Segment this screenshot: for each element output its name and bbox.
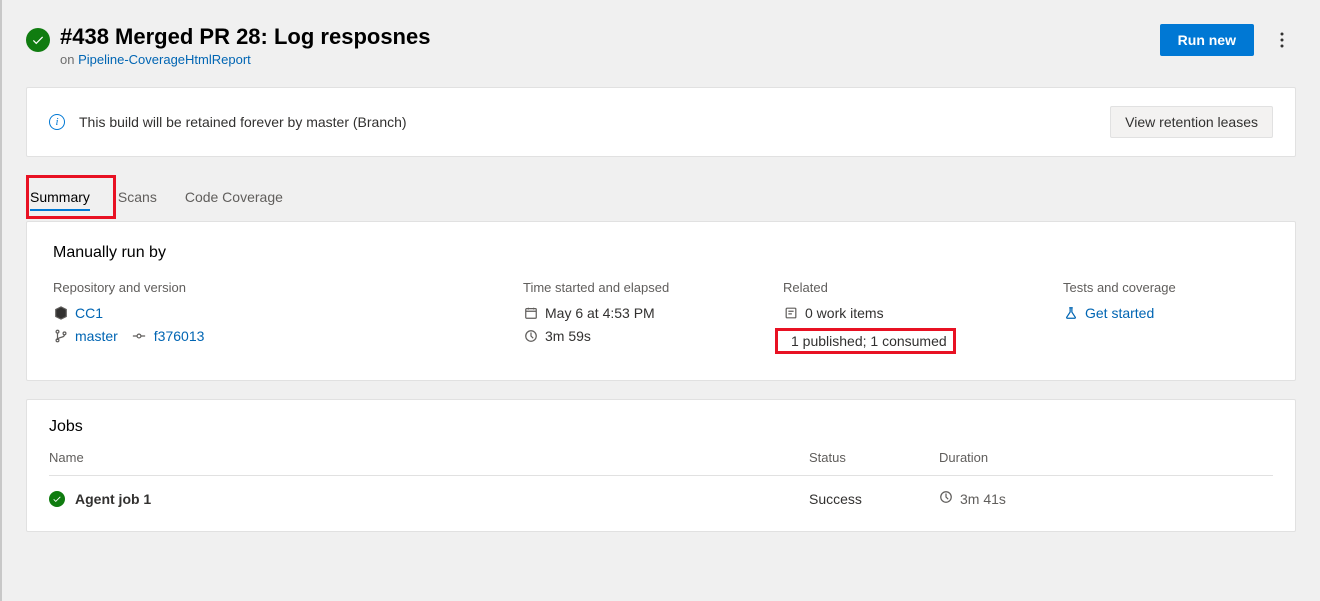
tab-scans[interactable]: Scans — [104, 179, 171, 215]
branch-link[interactable]: master — [75, 328, 118, 344]
work-items-value: 0 work items — [805, 305, 884, 321]
job-status-success-icon — [49, 491, 65, 507]
commit-icon — [132, 329, 147, 344]
info-icon: i — [49, 114, 65, 130]
time-started-value: May 6 at 4:53 PM — [545, 305, 655, 321]
highlight-box-artifacts: 1 published; 1 consumed — [775, 328, 956, 354]
jobs-col-status: Status — [809, 450, 939, 465]
section-run-by-title: Manually run by — [53, 244, 1269, 262]
job-duration: 3m 41s — [960, 491, 1006, 507]
build-title: #438 Merged PR 28: Log resposnes — [60, 24, 430, 50]
branch-icon — [53, 329, 68, 344]
pipeline-subtitle: on Pipeline-CoverageHtmlReport — [60, 52, 430, 67]
calendar-icon — [523, 306, 538, 321]
build-status-success-icon — [26, 28, 50, 52]
jobs-title: Jobs — [49, 418, 1273, 436]
flask-icon — [1063, 306, 1078, 321]
artifacts-link[interactable]: 1 published; 1 consumed — [791, 333, 947, 349]
repo-link[interactable]: CC1 — [75, 305, 103, 321]
tests-coverage-label: Tests and coverage — [1063, 280, 1269, 295]
jobs-col-name: Name — [49, 450, 809, 465]
clock-icon — [523, 329, 538, 344]
retention-notice-text: This build will be retained forever by m… — [79, 114, 1110, 130]
related-label: Related — [783, 280, 1063, 295]
elapsed-value: 3m 59s — [545, 328, 591, 344]
time-label: Time started and elapsed — [523, 280, 783, 295]
job-status: Success — [809, 491, 939, 507]
commit-link[interactable]: f376013 — [154, 328, 205, 344]
repo-version-label: Repository and version — [53, 280, 523, 295]
clock-icon — [939, 490, 953, 507]
jobs-col-duration: Duration — [939, 450, 1273, 465]
pipeline-link[interactable]: Pipeline-CoverageHtmlReport — [78, 52, 251, 67]
job-name: Agent job 1 — [75, 491, 151, 507]
run-new-button[interactable]: Run new — [1160, 24, 1254, 56]
tab-summary[interactable]: Summary — [16, 179, 104, 215]
view-retention-leases-button[interactable]: View retention leases — [1110, 106, 1273, 138]
repo-icon — [53, 306, 68, 321]
more-actions-button[interactable] — [1268, 26, 1296, 54]
tab-code-coverage[interactable]: Code Coverage — [171, 179, 297, 215]
job-row[interactable]: Agent job 1 Success 3m 41s — [49, 476, 1273, 507]
work-item-icon — [783, 306, 798, 321]
get-started-link[interactable]: Get started — [1085, 305, 1154, 321]
